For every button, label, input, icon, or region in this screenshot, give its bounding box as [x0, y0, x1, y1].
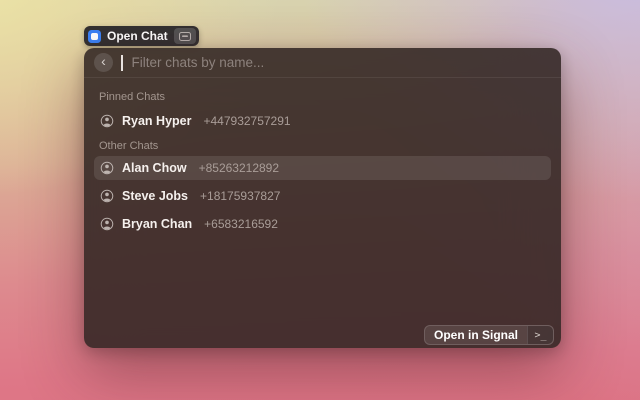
text-cursor [121, 55, 123, 71]
chat-bubble-glyph [91, 33, 98, 40]
section-pinned-chats: Pinned Chats [99, 91, 546, 103]
person-icon [100, 114, 114, 128]
chat-row-steve-jobs[interactable]: Steve Jobs +18175937827 [94, 184, 551, 208]
section-other-chats: Other Chats [99, 140, 546, 152]
search-bar: ‹ [84, 48, 561, 78]
person-icon [100, 189, 114, 203]
terminal-prompt-icon: >_ [527, 326, 553, 344]
chat-list: Pinned Chats Ryan Hyper +447932757291 Ot… [84, 78, 561, 348]
chat-name: Steve Jobs [122, 189, 188, 203]
open-chat-chip[interactable]: Open Chat [84, 26, 199, 46]
open-in-signal-label: Open in Signal [425, 326, 527, 344]
chat-row-ryan-hyper[interactable]: Ryan Hyper +447932757291 [94, 109, 551, 133]
chevron-left-icon: ‹ [101, 53, 106, 70]
chat-phone: +85263212892 [199, 161, 279, 175]
open-chat-label: Open Chat [105, 29, 170, 43]
person-icon [100, 217, 114, 231]
chat-name: Ryan Hyper [122, 114, 191, 128]
person-icon [100, 161, 114, 175]
open-in-signal-button[interactable]: Open in Signal >_ [424, 325, 554, 345]
chat-row-alan-chow[interactable]: Alan Chow +85263212892 [94, 156, 551, 180]
open-chat-app-icon [88, 30, 101, 43]
back-button[interactable]: ‹ [94, 53, 113, 72]
search-input[interactable] [132, 55, 552, 70]
chat-picker-panel: ‹ Pinned Chats Ryan Hyper +447932757291 … [84, 48, 561, 348]
chat-row-bryan-chan[interactable]: Bryan Chan +6583216592 [94, 212, 551, 236]
chat-phone: +6583216592 [204, 217, 278, 231]
keyboard-icon [174, 28, 196, 44]
chat-name: Alan Chow [122, 161, 187, 175]
chat-phone: +18175937827 [200, 189, 280, 203]
chat-name: Bryan Chan [122, 217, 192, 231]
chat-phone: +447932757291 [203, 114, 290, 128]
